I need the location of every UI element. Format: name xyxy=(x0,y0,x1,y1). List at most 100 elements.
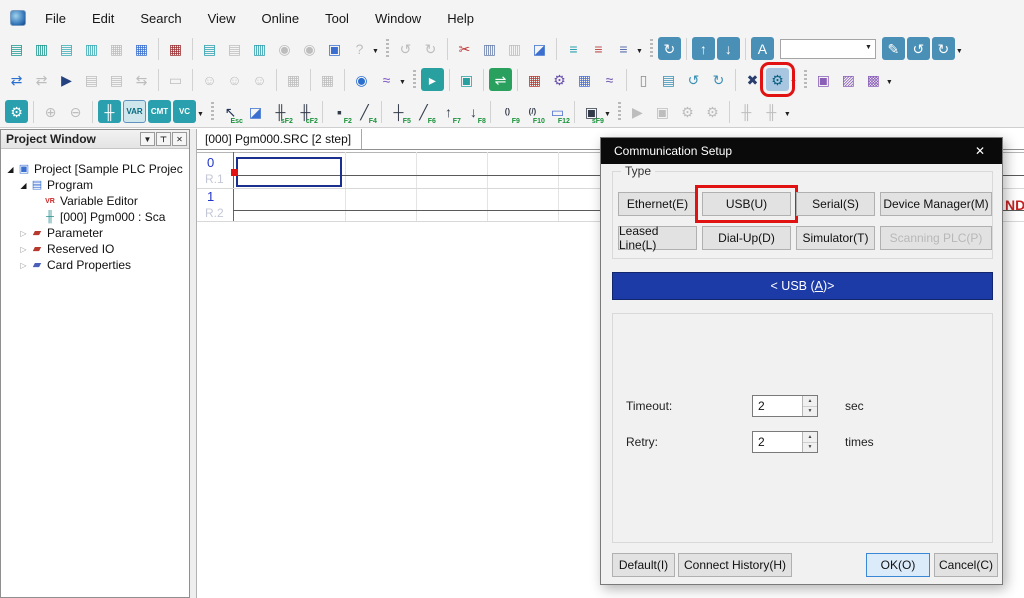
line-options-dropdown-icon[interactable]: ▼ xyxy=(636,48,643,55)
build-all-icon[interactable]: ⚙ xyxy=(701,100,724,123)
vertical-closed-f6-icon[interactable]: ╱F6 xyxy=(412,100,435,123)
view-vc-dropdown-icon[interactable]: ▼ xyxy=(197,111,204,118)
undo-icon[interactable]: ↺ xyxy=(394,37,417,60)
password-lock-icon[interactable]: ▦ xyxy=(282,68,305,91)
cut-icon[interactable]: ✂ xyxy=(453,37,476,60)
menu-window[interactable]: Window xyxy=(362,7,434,30)
monitor-window-icon[interactable]: ▭ xyxy=(164,68,187,91)
project-delete-icon[interactable]: ▤ xyxy=(105,68,128,91)
line-options-icon[interactable]: ≡ xyxy=(612,37,635,60)
doc-write-all-icon[interactable]: ▤ xyxy=(657,68,680,91)
online-redo-icon[interactable]: ↻ xyxy=(932,37,955,60)
timeout-input[interactable]: 2 ▲▼ xyxy=(752,395,818,417)
calculator-icon[interactable]: ▦ xyxy=(573,68,596,91)
menu-view[interactable]: View xyxy=(195,7,249,30)
eraser-icon[interactable]: ◪ xyxy=(244,100,267,123)
zoom-in-icon[interactable]: ⊕ xyxy=(39,100,62,123)
type-serial-button[interactable]: Serial(S) xyxy=(796,192,875,216)
force-contact-on-icon[interactable]: ╫ xyxy=(735,100,758,123)
set-coil-sf9-icon[interactable]: ▣sF9 xyxy=(580,100,603,123)
compare-projects-icon[interactable]: ⇄ xyxy=(5,68,28,91)
project-add-icon[interactable]: ▤ xyxy=(80,68,103,91)
tree-item-parameter[interactable]: ▷▰Parameter xyxy=(1,225,189,241)
function-block-f12-icon[interactable]: ▭F12 xyxy=(546,100,569,123)
set-coil-sf9-dropdown-icon[interactable]: ▼ xyxy=(604,111,611,118)
contact-closed-f4-icon[interactable]: ╱F4 xyxy=(353,100,376,123)
expand-closed-icon[interactable]: ▷ xyxy=(18,245,29,254)
help-dropdown-icon[interactable]: ▼ xyxy=(372,48,379,55)
default-button[interactable]: Default(I) xyxy=(612,553,675,577)
coil-closed-f10-icon[interactable]: (/)F10 xyxy=(521,100,544,123)
module-folder-icon[interactable]: ▨ xyxy=(837,68,860,91)
retry-input[interactable]: 2 ▲▼ xyxy=(752,431,818,453)
menu-edit[interactable]: Edit xyxy=(79,7,127,30)
falling-edge-f8-icon[interactable]: ↓F8 xyxy=(462,100,485,123)
online-edit-icon[interactable]: ✎ xyxy=(882,37,905,60)
export-item-icon[interactable]: ▥ xyxy=(248,37,271,60)
menu-help[interactable]: Help xyxy=(434,7,487,30)
type-ethernet-button[interactable]: Ethernet(E) xyxy=(618,192,697,216)
connect-history-button[interactable]: Connect History(H) xyxy=(678,553,792,577)
communication-settings-dropdown-icon[interactable]: ▼ xyxy=(790,79,797,86)
erase-icon[interactable]: ◪ xyxy=(528,37,551,60)
user-edit-icon[interactable]: ☺ xyxy=(223,68,246,91)
type-leased-line-button[interactable]: Leased Line(L) xyxy=(618,226,697,250)
copy-icon[interactable]: ▥ xyxy=(478,37,501,60)
trend-chart-icon[interactable]: ≈ xyxy=(598,68,621,91)
rising-edge-f7-icon[interactable]: ↑F7 xyxy=(437,100,460,123)
tree-item-project[interactable]: ◢▣Project [Sample PLC Projec xyxy=(1,161,189,177)
settings-gear-icon[interactable]: ⚙ xyxy=(548,68,571,91)
retry-value[interactable]: 2 xyxy=(753,432,802,452)
cursor-cell[interactable] xyxy=(236,157,342,187)
panel-pin-icon[interactable]: ⊤ xyxy=(156,132,171,146)
add-item-icon[interactable]: ▤ xyxy=(198,37,221,60)
editor-tab-pgm000[interactable]: [000] Pgm000.SRC [2 step] xyxy=(197,129,362,149)
module-stack-dropdown-icon[interactable]: ▼ xyxy=(886,79,893,86)
vertical-open-f5-icon[interactable]: ┼F5 xyxy=(387,100,410,123)
module-stack-icon[interactable]: ▩ xyxy=(862,68,885,91)
print-icon[interactable]: ▣ xyxy=(323,37,346,60)
data-transfer-icon[interactable]: ▸ xyxy=(421,68,444,91)
timeout-spin-up-icon[interactable]: ▲ xyxy=(803,396,817,407)
network-switch-icon[interactable]: ⇌ xyxy=(489,68,512,91)
panel-close-icon[interactable]: ✕ xyxy=(172,132,187,146)
transfer-run-icon[interactable]: ▶ xyxy=(55,68,78,91)
view-comments-icon[interactable]: CMT xyxy=(148,100,171,123)
expand-open-icon[interactable]: ◢ xyxy=(18,181,29,190)
save-icon[interactable]: ▦ xyxy=(105,37,128,60)
help-icon[interactable]: ? xyxy=(348,37,371,60)
contact-open-f2-icon[interactable]: ▪F2 xyxy=(328,100,351,123)
compare-offline-icon[interactable]: ⇄ xyxy=(30,68,53,91)
view-variables-icon[interactable]: VAR xyxy=(123,100,146,123)
doc-undo-icon[interactable]: ↺ xyxy=(682,68,705,91)
network-globe-icon[interactable]: ◉ xyxy=(350,68,373,91)
type-device-manager-button[interactable]: Device Manager(M) xyxy=(880,192,992,216)
tree-item-pgm000[interactable]: ╫[000] Pgm000 : Sca xyxy=(1,209,189,225)
user-permission-icon[interactable]: ☺ xyxy=(248,68,271,91)
module-box-icon[interactable]: ▣ xyxy=(812,68,835,91)
insert-line-icon[interactable]: ≡ xyxy=(562,37,585,60)
new-project-icon[interactable]: ▤ xyxy=(5,37,28,60)
expand-closed-icon[interactable]: ▷ xyxy=(18,261,29,270)
trend-monitor-dropdown-icon[interactable]: ▼ xyxy=(399,79,406,86)
view-ld-icon[interactable]: ╫ xyxy=(98,100,121,123)
open-project-icon[interactable]: ▥ xyxy=(30,37,53,60)
type-dial-up-button[interactable]: Dial-Up(D) xyxy=(702,226,791,250)
circle-down-icon[interactable]: ◉ xyxy=(273,37,296,60)
delete-line-icon[interactable]: ≡ xyxy=(587,37,610,60)
doc-blank-icon[interactable]: ▯ xyxy=(632,68,655,91)
circle-question-icon[interactable]: ◉ xyxy=(298,37,321,60)
compile-icon[interactable]: ▣ xyxy=(651,100,674,123)
zoom-out-icon[interactable]: ⊖ xyxy=(64,100,87,123)
tree-item-card-properties[interactable]: ▷▰Card Properties xyxy=(1,257,189,273)
trend-monitor-icon[interactable]: ≈ xyxy=(375,68,398,91)
retry-spin-up-icon[interactable]: ▲ xyxy=(803,432,817,443)
tree-item-variable-editor[interactable]: VRVariable Editor xyxy=(1,193,189,209)
doc-redo-icon[interactable]: ↻ xyxy=(707,68,730,91)
module-remove-icon[interactable]: ▦ xyxy=(523,68,546,91)
tree-item-reserved-io[interactable]: ▷▰Reserved IO xyxy=(1,241,189,257)
write-to-plc-icon[interactable]: ↓ xyxy=(717,37,740,60)
run-icon[interactable]: ▶ xyxy=(626,100,649,123)
coil-f9-icon[interactable]: ()F9 xyxy=(496,100,519,123)
retry-spin-down-icon[interactable]: ▼ xyxy=(803,443,817,453)
